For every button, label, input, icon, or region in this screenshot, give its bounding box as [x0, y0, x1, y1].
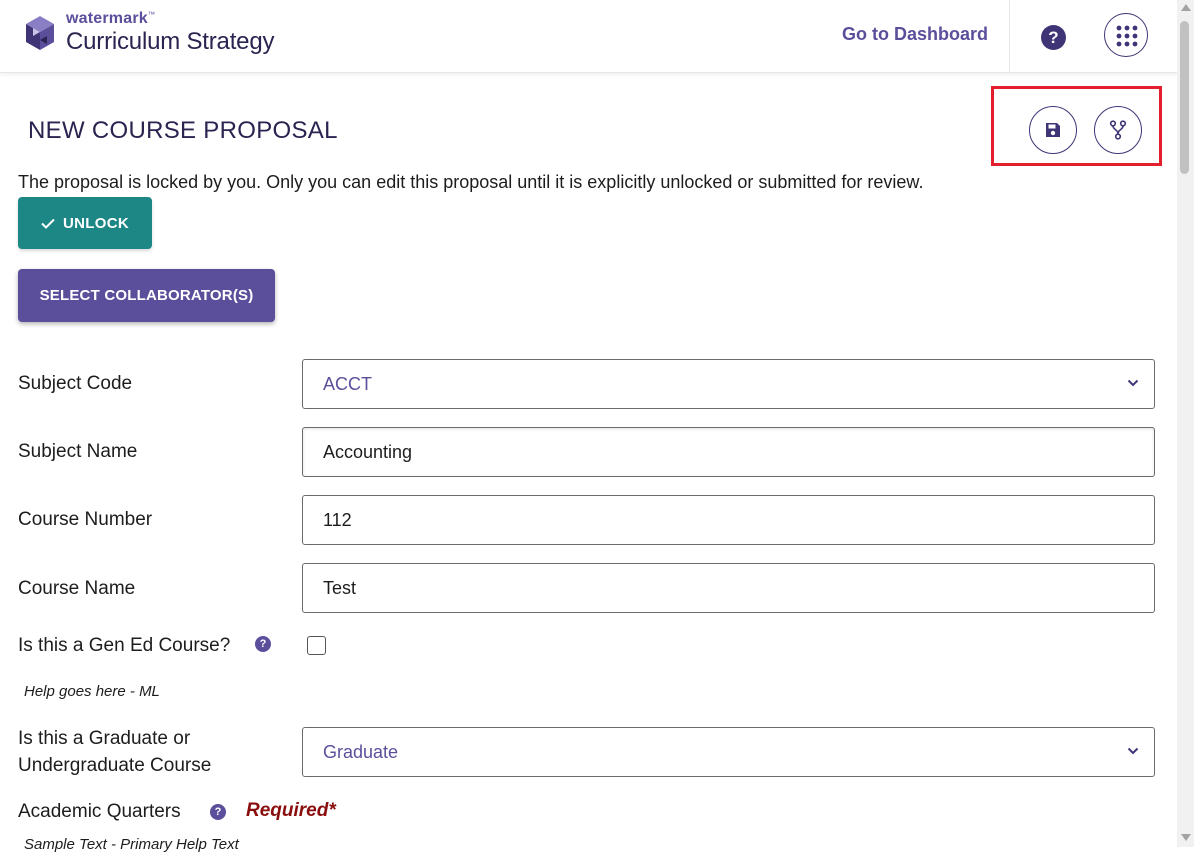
- course-level-value: Graduate: [323, 741, 399, 762]
- gen-ed-help-text: Help goes here - ML: [24, 683, 160, 700]
- header-divider: [1009, 0, 1010, 72]
- course-name-input[interactable]: Test: [302, 563, 1155, 613]
- subject-code-value: ACCT: [323, 373, 372, 394]
- lock-status-message: The proposal is locked by you. Only you …: [18, 172, 924, 192]
- app-grid-icon: [1116, 25, 1138, 47]
- help-icon[interactable]: ?: [1041, 25, 1066, 50]
- save-icon: [1046, 123, 1060, 137]
- subject-code-select[interactable]: ACCT: [302, 359, 1155, 409]
- top-header: watermark™ Curriculum Strategy Go to Das…: [0, 0, 1177, 73]
- scroll-up-arrow-icon[interactable]: [1181, 4, 1191, 11]
- subject-code-label: Subject Code: [18, 373, 133, 394]
- course-level-select[interactable]: Graduate: [302, 727, 1155, 777]
- required-indicator: Required*: [246, 800, 336, 821]
- course-number-input[interactable]: 112: [302, 495, 1155, 545]
- course-level-label-line2: Undergraduate Course: [18, 755, 212, 776]
- branch-button[interactable]: [1094, 106, 1142, 154]
- gen-ed-help-icon[interactable]: ?: [255, 636, 271, 652]
- save-button[interactable]: [1029, 106, 1077, 154]
- select-collaborators-button[interactable]: SELECT COLLABORATOR(S): [18, 269, 275, 322]
- checkmark-icon: [41, 218, 55, 229]
- course-level-label-line1: Is this a Graduate or: [18, 728, 191, 749]
- subject-name-label: Subject Name: [18, 441, 138, 462]
- product-name: Curriculum Strategy: [66, 28, 275, 55]
- scroll-thumb[interactable]: [1180, 21, 1189, 174]
- chevron-down-icon: [1127, 747, 1139, 755]
- academic-quarters-help-icon[interactable]: ?: [210, 804, 226, 820]
- subject-name-input[interactable]: Accounting: [302, 427, 1155, 477]
- chevron-down-icon: [1127, 379, 1139, 387]
- course-level-label: Is this a Graduate or Undergraduate Cour…: [18, 725, 211, 779]
- watermark-logo-icon[interactable]: [22, 14, 58, 54]
- branch-icon: [1109, 120, 1127, 140]
- app-grid-button[interactable]: [1104, 13, 1148, 57]
- academic-quarters-label: Academic Quarters: [18, 801, 181, 822]
- unlock-button[interactable]: UNLOCK: [18, 197, 152, 249]
- unlock-button-label: UNLOCK: [63, 214, 129, 232]
- go-to-dashboard-link[interactable]: Go to Dashboard: [842, 24, 988, 45]
- brand-name: watermark™: [66, 10, 156, 27]
- course-name-label: Course Name: [18, 578, 136, 599]
- course-number-label: Course Number: [18, 509, 153, 530]
- page-title: NEW COURSE PROPOSAL: [28, 117, 338, 144]
- gen-ed-label: Is this a Gen Ed Course?: [18, 635, 231, 656]
- academic-quarters-help-text: Sample Text - Primary Help Text: [24, 836, 239, 853]
- scroll-down-arrow-icon[interactable]: [1181, 834, 1191, 841]
- gen-ed-checkbox[interactable]: [307, 636, 326, 655]
